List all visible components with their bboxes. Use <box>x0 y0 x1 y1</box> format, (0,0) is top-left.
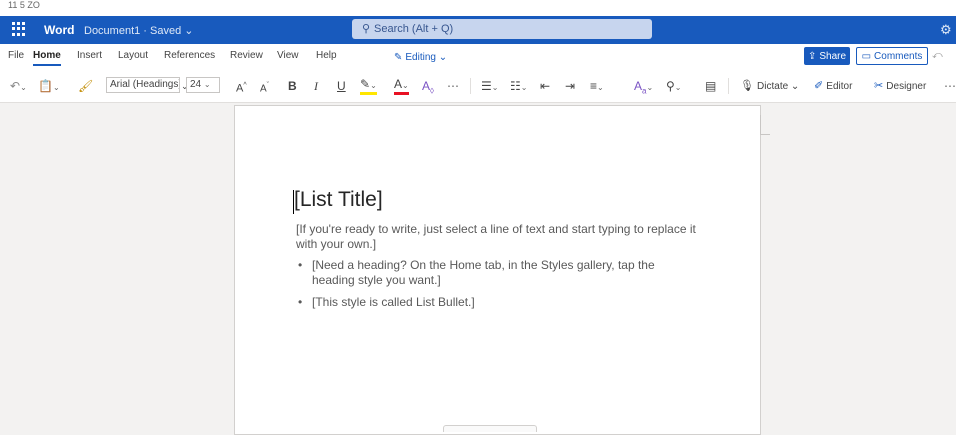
comments-button[interactable]: ▭ Comments <box>856 47 928 65</box>
app-launcher-icon[interactable] <box>12 22 26 36</box>
tab-layout[interactable]: Layout <box>118 50 148 61</box>
dictate-button[interactable]: 🎙 Dictate ⌄ <box>740 78 799 95</box>
font-color-icon[interactable]: A⌄ <box>394 78 409 95</box>
more-font-options-icon[interactable]: ⋯ <box>447 78 459 94</box>
tab-view[interactable]: View <box>277 50 299 61</box>
sensitivity-icon[interactable]: ▤ <box>705 78 716 94</box>
highlight-icon[interactable]: ✎⌄ <box>360 78 377 95</box>
bullet-list: [Need a heading? On the Home tab, in the… <box>296 258 696 317</box>
microphone-icon: 🎙 <box>740 80 754 92</box>
search-icon: ⚲ <box>362 23 371 35</box>
document-canvas: [List Title] [If you're ready to write, … <box>0 103 956 435</box>
shrink-font-icon[interactable]: Aˇ <box>260 78 269 97</box>
font-name-select[interactable]: Arial (Headings) <box>106 77 180 93</box>
tab-insert[interactable]: Insert <box>77 50 102 61</box>
ribbon-tabs: File Home Insert Layout References Revie… <box>0 44 956 70</box>
designer-label: Designer <box>886 81 927 92</box>
tab-review[interactable]: Review <box>230 50 263 61</box>
clear-formatting-icon[interactable]: A◊ <box>422 78 434 99</box>
increase-indent-icon[interactable]: ⇥ <box>565 78 575 94</box>
list-item[interactable]: [Need a heading? On the Home tab, in the… <box>296 258 696 288</box>
list-item[interactable]: [This style is called List Bullet.] <box>296 295 696 310</box>
share-button[interactable]: ⇪ Share <box>804 47 850 65</box>
more-options-icon[interactable]: ⋯ <box>944 78 956 94</box>
editor-button[interactable]: ✐ Editor <box>814 78 852 95</box>
pencil-icon: ✎ <box>394 51 403 63</box>
decrease-indent-icon[interactable]: ⇤ <box>540 78 550 94</box>
designer-button[interactable]: ✂ Designer <box>874 78 926 95</box>
designer-icon: ✂ <box>874 80 884 92</box>
align-icon[interactable]: ≡⌄ <box>590 78 604 96</box>
numbering-icon[interactable]: ☷⌄ <box>510 78 527 96</box>
share-icon: ⇪ <box>807 50 817 62</box>
font-size-value: 24 <box>190 79 202 90</box>
undo-icon[interactable]: ↶⌄ <box>10 78 27 96</box>
bullets-icon[interactable]: ☰⌄ <box>481 78 498 96</box>
document-page[interactable]: [List Title] [If you're ready to write, … <box>234 105 761 435</box>
styles-icon[interactable]: Aa⌄ <box>634 78 653 99</box>
settings-icon[interactable]: ⚙ <box>940 22 952 38</box>
find-icon[interactable]: ⚲⌄ <box>666 78 682 96</box>
bold-icon[interactable]: B <box>288 78 297 94</box>
editing-mode-button[interactable]: ✎ Editing ⌄ <box>388 48 453 66</box>
editor-icon: ✐ <box>814 80 824 92</box>
editing-label: Editing ⌄ <box>405 51 448 63</box>
ribbon-toolbar: ↶⌄ 📋⌄ 🖌 Arial (Headings) ⌄ 24 ⌄ A^ Aˇ B … <box>0 70 956 103</box>
tab-home[interactable]: Home <box>33 50 61 66</box>
format-painter-icon[interactable]: 🖌 <box>78 78 93 94</box>
document-title[interactable]: Document1 · Saved ⌄ <box>84 24 194 37</box>
tab-references[interactable]: References <box>164 50 215 61</box>
paste-icon[interactable]: 📋⌄ <box>38 78 60 96</box>
font-size-select[interactable]: 24 ⌄ <box>186 77 220 93</box>
comment-icon: ▭ <box>861 50 872 62</box>
title-bar: Word Document1 · Saved ⌄ ⚲ Search (Alt +… <box>0 16 956 44</box>
search-placeholder: Search (Alt + Q) <box>374 23 454 35</box>
comments-label: Comments <box>874 50 923 62</box>
grow-font-icon[interactable]: A^ <box>236 78 247 97</box>
tab-help[interactable]: Help <box>316 50 337 61</box>
list-title[interactable]: [List Title] <box>294 188 383 212</box>
tab-file[interactable]: File <box>8 50 24 61</box>
top-strip-text: 11 5 ZO <box>8 0 40 10</box>
underline-icon[interactable]: U <box>337 78 346 94</box>
app-name[interactable]: Word <box>44 23 74 37</box>
font-name-value: Arial (Headings) <box>110 79 180 90</box>
catch-up-icon[interactable]: ⤺ <box>932 50 943 61</box>
search-input[interactable]: ⚲ Search (Alt + Q) <box>352 19 652 39</box>
top-strip: 11 5 ZO <box>0 0 956 16</box>
share-label: Share <box>819 50 847 62</box>
editor-label: Editor <box>826 81 853 92</box>
margin-marker <box>760 115 770 135</box>
intro-paragraph[interactable]: [If you're ready to write, just select a… <box>296 222 696 252</box>
italic-icon[interactable]: I <box>314 78 318 94</box>
dictate-label: Dictate ⌄ <box>757 81 800 92</box>
